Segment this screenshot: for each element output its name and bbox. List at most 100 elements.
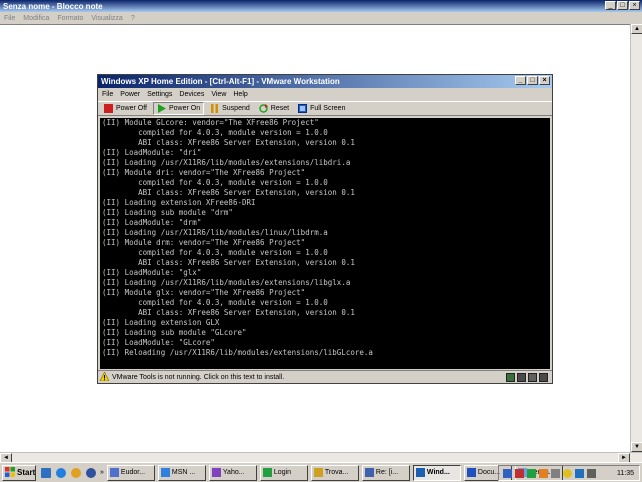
- internet-explorer-icon[interactable]: [56, 467, 66, 478]
- search-icon: [313, 468, 323, 477]
- console-line: ABI class: XFree86 Server Extension, ver…: [102, 308, 355, 317]
- taskbar-button[interactable]: Trova...: [310, 464, 359, 481]
- reset-icon: [259, 104, 268, 113]
- maximize-button[interactable]: □: [617, 1, 628, 10]
- outlook-express-icon[interactable]: [71, 467, 81, 478]
- taskbar-button-label: Trova...: [324, 469, 349, 476]
- vmware-menu-bar: File Power Settings Devices View Help: [98, 89, 552, 100]
- console-line: (II) LoadModule: "glx": [102, 268, 202, 277]
- console-line: (II) Module glx: vendor="The XFree86 Pro…: [102, 288, 306, 297]
- taskbar-button-label: MSN ...: [171, 469, 196, 476]
- eudora-icon: [109, 468, 119, 477]
- console-line: (II) Loading extension GLX: [102, 318, 220, 327]
- console-line: (II) Loading sub module "GLcore": [102, 328, 247, 337]
- taskbar-button-label: Re: [i...: [375, 469, 399, 476]
- login-icon: [262, 468, 272, 477]
- vmware-toolbar: Power Off Power On Suspend Reset Full Sc…: [98, 101, 552, 116]
- network-icon[interactable]: [528, 373, 537, 382]
- scroll-down-arrow-icon[interactable]: ▼: [631, 442, 642, 452]
- console-line: ABI class: XFree86 Server Extension, ver…: [102, 188, 355, 197]
- vmware-title: Windows XP Home Edition - [Ctrl-Alt-F1] …: [101, 77, 340, 86]
- console-line: (II) Loading /usr/X11R6/lib/modules/exte…: [102, 278, 351, 287]
- media-player-icon[interactable]: [86, 467, 96, 478]
- tray-icon-5[interactable]: [551, 468, 560, 478]
- taskbar-button-label: Yaho...: [222, 469, 245, 476]
- vm-menu-view[interactable]: View: [211, 91, 226, 98]
- vm-maximize-button[interactable]: □: [527, 76, 538, 85]
- tray-icon-4[interactable]: [539, 468, 548, 478]
- console-line: (II) Loading extension XFree86-DRI: [102, 198, 256, 207]
- console-line: (II) LoadModule: "dri": [102, 148, 202, 157]
- vm-menu-devices[interactable]: Devices: [179, 91, 204, 98]
- suspend-icon: [210, 104, 219, 113]
- taskbar-button[interactable]: Wind...: [412, 464, 461, 481]
- floppy-icon[interactable]: [506, 373, 515, 382]
- taskbar: Start » Eudor... MSN ... Yaho... Login Trova…: [0, 462, 642, 482]
- power-off-button[interactable]: Power Off: [101, 102, 150, 115]
- taskbar-button[interactable]: Yaho...: [208, 464, 257, 481]
- menu-help[interactable]: ?: [131, 15, 135, 22]
- task-list: Eudor... MSN ... Yaho... Login Trova... Re: […: [104, 464, 563, 481]
- yahoo-icon: [211, 468, 221, 477]
- msn-icon: [160, 468, 170, 477]
- vm-close-button[interactable]: ×: [539, 76, 550, 85]
- console-line: (II) Reloading /usr/X11R6/lib/modules/ex…: [102, 348, 373, 357]
- warning-icon: [99, 370, 110, 383]
- console-line: compiled for 4.0.3, module version = 1.0…: [102, 298, 328, 307]
- taskbar-button[interactable]: MSN ...: [157, 464, 206, 481]
- console-line: ABI class: XFree86 Server Extension, ver…: [102, 138, 355, 147]
- console-line: (II) LoadModule: "drm": [102, 218, 202, 227]
- taskbar-button[interactable]: Re: [i...: [361, 464, 410, 481]
- menu-formato[interactable]: Formato: [57, 15, 83, 22]
- console-line: (II) Module GLcore: vendor="The XFree86 …: [102, 118, 319, 127]
- vm-menu-help[interactable]: Help: [233, 91, 247, 98]
- speaker-icon[interactable]: [587, 468, 596, 478]
- vertical-scrollbar[interactable]: ▲ ▼: [630, 24, 642, 452]
- menu-modifica[interactable]: Modifica: [23, 15, 49, 22]
- console-line: (II) LoadModule: "GLcore": [102, 338, 215, 347]
- tray-icon-7[interactable]: [575, 468, 584, 478]
- power-on-button[interactable]: Power On: [153, 102, 205, 115]
- console-line: compiled for 4.0.3, module version = 1.0…: [102, 248, 328, 257]
- document-icon: [466, 468, 476, 477]
- console-line: (II) Loading /usr/X11R6/lib/modules/exte…: [102, 158, 351, 167]
- taskbar-button-label: Login: [273, 469, 292, 476]
- console-line: (II) Module dri: vendor="The XFree86 Pro…: [102, 168, 306, 177]
- taskbar-button[interactable]: Login: [259, 464, 308, 481]
- tray-icon-2[interactable]: [515, 468, 524, 478]
- console-line: (II) Loading /usr/X11R6/lib/modules/linu…: [102, 228, 328, 237]
- vm-minimize-button[interactable]: _: [515, 76, 526, 85]
- cdrom-icon[interactable]: [517, 373, 526, 382]
- mail-icon: [364, 468, 374, 477]
- full-screen-icon: [298, 104, 308, 113]
- clock[interactable]: 11:35: [617, 470, 634, 477]
- vm-menu-file[interactable]: File: [102, 91, 113, 98]
- harddisk-icon[interactable]: [539, 373, 548, 382]
- minimize-button[interactable]: _: [605, 1, 616, 10]
- tray-icon-1[interactable]: [503, 468, 512, 478]
- notepad-title-bar[interactable]: Senza nome - Blocco note _ □ ×: [0, 0, 642, 12]
- menu-file[interactable]: File: [4, 15, 15, 22]
- menu-visualizza[interactable]: Visualizza: [91, 15, 122, 22]
- tray-icon-3[interactable]: [527, 468, 536, 478]
- start-button[interactable]: Start: [2, 464, 36, 481]
- console-line: ABI class: XFree86 Server Extension, ver…: [102, 258, 355, 267]
- system-tray: 11:35: [498, 465, 640, 481]
- vm-menu-power[interactable]: Power: [120, 91, 140, 98]
- power-on-icon: [157, 104, 166, 113]
- full-screen-button[interactable]: Full Screen: [295, 102, 348, 115]
- reset-button[interactable]: Reset: [256, 102, 292, 115]
- notepad-menu-bar: File Modifica Formato Visualizza ?: [0, 12, 642, 24]
- desktop-quicklaunch-icon[interactable]: [41, 467, 51, 478]
- horizontal-scrollbar[interactable]: ◄ ►: [0, 452, 642, 463]
- tray-icon-6[interactable]: [563, 468, 572, 478]
- vmware-title-bar[interactable]: Windows XP Home Edition - [Ctrl-Alt-F1] …: [98, 75, 552, 88]
- power-off-icon: [104, 104, 113, 113]
- taskbar-button[interactable]: Eudor...: [106, 464, 155, 481]
- scroll-up-arrow-icon[interactable]: ▲: [631, 24, 642, 34]
- vm-menu-settings[interactable]: Settings: [147, 91, 172, 98]
- vmware-tools-status-link[interactable]: VMware Tools is not running. Click on th…: [112, 374, 284, 381]
- close-button[interactable]: ×: [629, 1, 640, 10]
- suspend-button[interactable]: Suspend: [207, 102, 253, 115]
- vm-console[interactable]: (II) Module GLcore: vendor="The XFree86 …: [100, 118, 550, 369]
